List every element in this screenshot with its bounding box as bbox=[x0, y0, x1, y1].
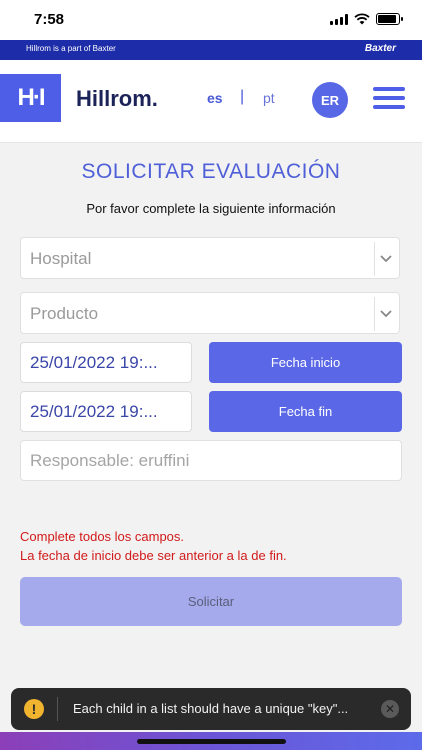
submit-button[interactable]: Solicitar bbox=[20, 577, 402, 626]
signal-icon bbox=[330, 13, 348, 25]
product-select[interactable]: Producto bbox=[20, 292, 400, 334]
wifi-icon bbox=[354, 13, 370, 25]
hillrom-logo-icon: H·I bbox=[0, 74, 61, 122]
responsible-input[interactable]: Responsable: eruffini bbox=[20, 440, 402, 481]
baxter-logo: Baxter bbox=[364, 43, 396, 54]
chevron-down-icon bbox=[380, 255, 392, 263]
product-select-placeholder: Producto bbox=[30, 304, 99, 323]
status-time: 7:58 bbox=[34, 11, 65, 28]
page-title: SOLICITAR EVALUACIÓN bbox=[81, 160, 341, 183]
user-avatar[interactable]: ER bbox=[312, 82, 348, 118]
hospital-select[interactable]: Hospital bbox=[20, 237, 400, 279]
brand-strip: Hillrom is a part of Baxter Baxter bbox=[0, 40, 422, 60]
status-icons bbox=[330, 13, 403, 25]
error-message: Complete todos los campos. bbox=[20, 529, 185, 544]
start-date-button[interactable]: Fecha inicio bbox=[209, 342, 402, 383]
start-date-input[interactable]: 25/01/2022 19:... bbox=[20, 342, 192, 383]
brand-strip-text: Hillrom is a part of Baxter bbox=[26, 44, 116, 53]
end-date-button[interactable]: Fecha fin bbox=[209, 391, 402, 432]
status-bar: 7:58 bbox=[0, 0, 422, 40]
language-separator: | bbox=[240, 88, 245, 105]
error-message: La fecha de inicio debe ser anterior a l… bbox=[20, 548, 287, 563]
battery-icon bbox=[376, 13, 403, 25]
close-icon[interactable]: ✕ bbox=[381, 700, 399, 718]
language-es-link[interactable]: es bbox=[207, 90, 223, 106]
hillrom-logo-text: Hillrom. bbox=[76, 86, 158, 111]
page-subtitle: Por favor complete la siguiente informac… bbox=[86, 201, 336, 216]
home-indicator bbox=[137, 739, 286, 744]
toast-message: Each child in a list should have a uniqu… bbox=[73, 701, 349, 716]
hamburger-menu-icon[interactable] bbox=[373, 87, 405, 109]
toast-divider bbox=[57, 697, 58, 721]
warning-icon: ! bbox=[24, 699, 44, 719]
hospital-select-placeholder: Hospital bbox=[30, 249, 92, 268]
chevron-down-icon bbox=[380, 310, 392, 318]
select-divider bbox=[374, 297, 375, 331]
select-divider bbox=[374, 242, 375, 276]
warning-toast[interactable]: ! Each child in a list should have a uni… bbox=[11, 688, 411, 730]
end-date-input[interactable]: 25/01/2022 19:... bbox=[20, 391, 192, 432]
app-header: H·I Hillrom. es | pt ER bbox=[0, 60, 422, 143]
language-pt-link[interactable]: pt bbox=[263, 90, 275, 106]
